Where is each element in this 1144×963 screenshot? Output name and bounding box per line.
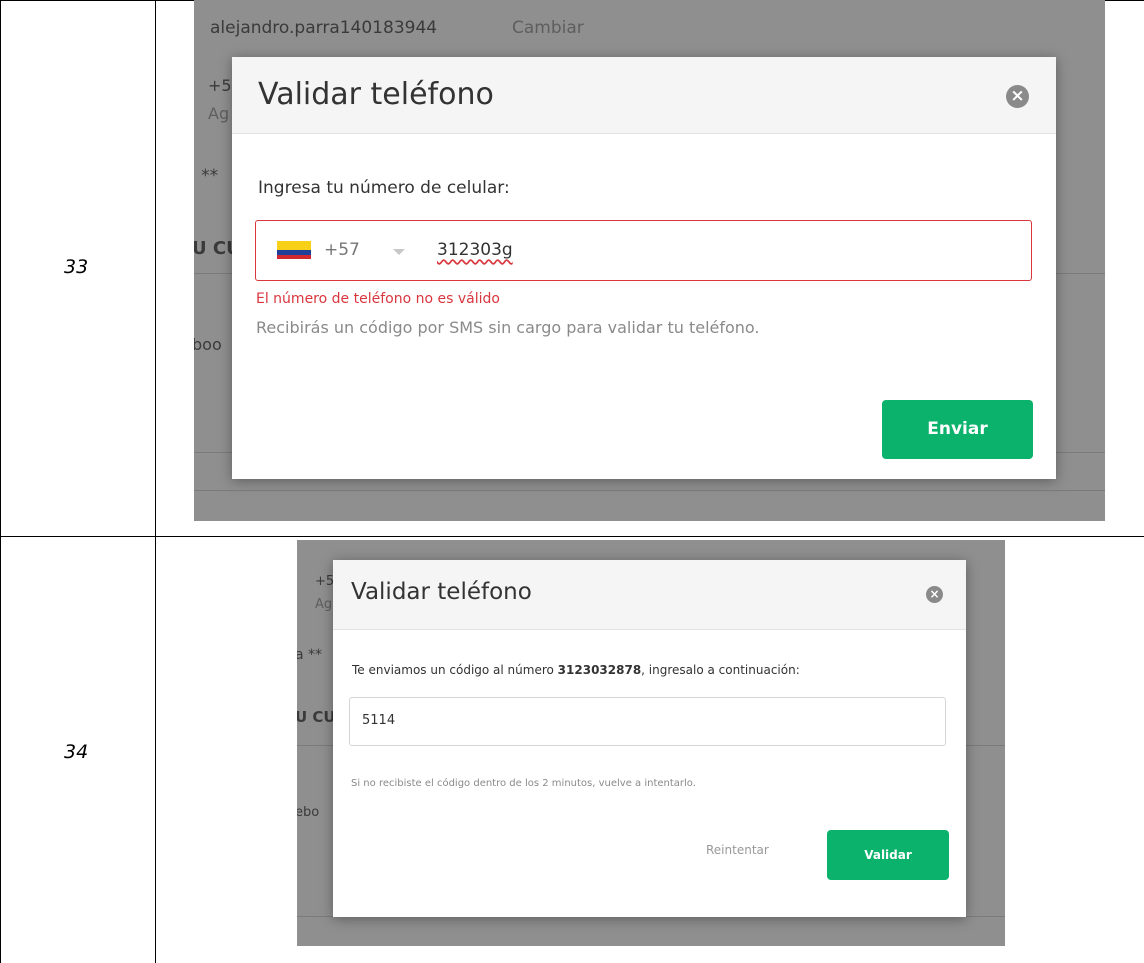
verification-code-input[interactable]: 5114 xyxy=(349,697,946,746)
screenshot-code-entry: +5 Ag a ** U CU ebo Validar teléfono × T… xyxy=(297,540,1005,946)
background-partial-text: a ** xyxy=(297,647,323,663)
background-partial-text: boo xyxy=(194,335,222,354)
phone-number-input[interactable]: 312303g xyxy=(437,240,513,260)
resend-help-text: Si no recibiste el código dentro de los … xyxy=(351,778,696,789)
step-number: 34 xyxy=(64,741,89,763)
chevron-down-icon[interactable] xyxy=(393,249,405,255)
table-border-left xyxy=(0,0,1,963)
background-partial-text: Ag xyxy=(315,597,333,612)
validate-code-modal: Validar teléfono × Te enviamos un código… xyxy=(333,560,966,917)
send-button[interactable]: Enviar xyxy=(882,400,1033,459)
screenshot-phone-entry: alejandro.parra140183944 Cambiar +5 Ag :… xyxy=(194,0,1105,521)
background-partial-text: Ag xyxy=(208,104,230,123)
phone-prompt: Ingresa tu número de celular: xyxy=(258,178,510,198)
account-username: alejandro.parra140183944 xyxy=(210,18,438,38)
table-row-divider xyxy=(0,536,1144,537)
sms-help-text: Recibirás un código por SMS sin cargo pa… xyxy=(256,318,760,337)
modal-header: Validar teléfono × xyxy=(333,560,966,630)
dial-code[interactable]: +57 xyxy=(324,240,360,260)
phone-error-message: El número de teléfono no es válido xyxy=(256,291,500,307)
change-link[interactable]: Cambiar xyxy=(512,18,584,38)
sent-phone-number: 3123032878 xyxy=(557,663,642,677)
step-number: 33 xyxy=(64,256,89,278)
table-column-divider xyxy=(155,0,156,963)
colombia-flag-icon[interactable] xyxy=(277,241,311,259)
background-partial-text: : ** xyxy=(194,166,219,186)
validate-button[interactable]: Validar xyxy=(827,830,949,880)
background-partial-text: +5 xyxy=(315,574,335,589)
modal-title: Validar teléfono xyxy=(351,579,532,605)
code-prompt: Te enviamos un código al número 31230328… xyxy=(352,663,800,677)
modal-header: Validar teléfono × xyxy=(232,57,1056,134)
close-icon[interactable]: × xyxy=(1006,85,1029,108)
phone-input-field[interactable]: +57 312303g xyxy=(255,220,1032,281)
verification-code-value[interactable]: 5114 xyxy=(362,713,395,728)
validate-phone-modal: Validar teléfono × Ingresa tu número de … xyxy=(232,57,1056,479)
background-partial-text: +5 xyxy=(208,76,232,95)
background-partial-text: U CU xyxy=(297,708,336,726)
code-prompt-before: Te enviamos un código al número xyxy=(352,663,558,677)
modal-title: Validar teléfono xyxy=(258,77,494,112)
background-partial-text: ebo xyxy=(297,805,320,820)
background-divider xyxy=(194,490,1105,491)
code-prompt-after: , ingresalo a continuación: xyxy=(641,663,800,677)
retry-link[interactable]: Reintentar xyxy=(706,843,769,857)
close-icon[interactable]: × xyxy=(926,586,943,603)
